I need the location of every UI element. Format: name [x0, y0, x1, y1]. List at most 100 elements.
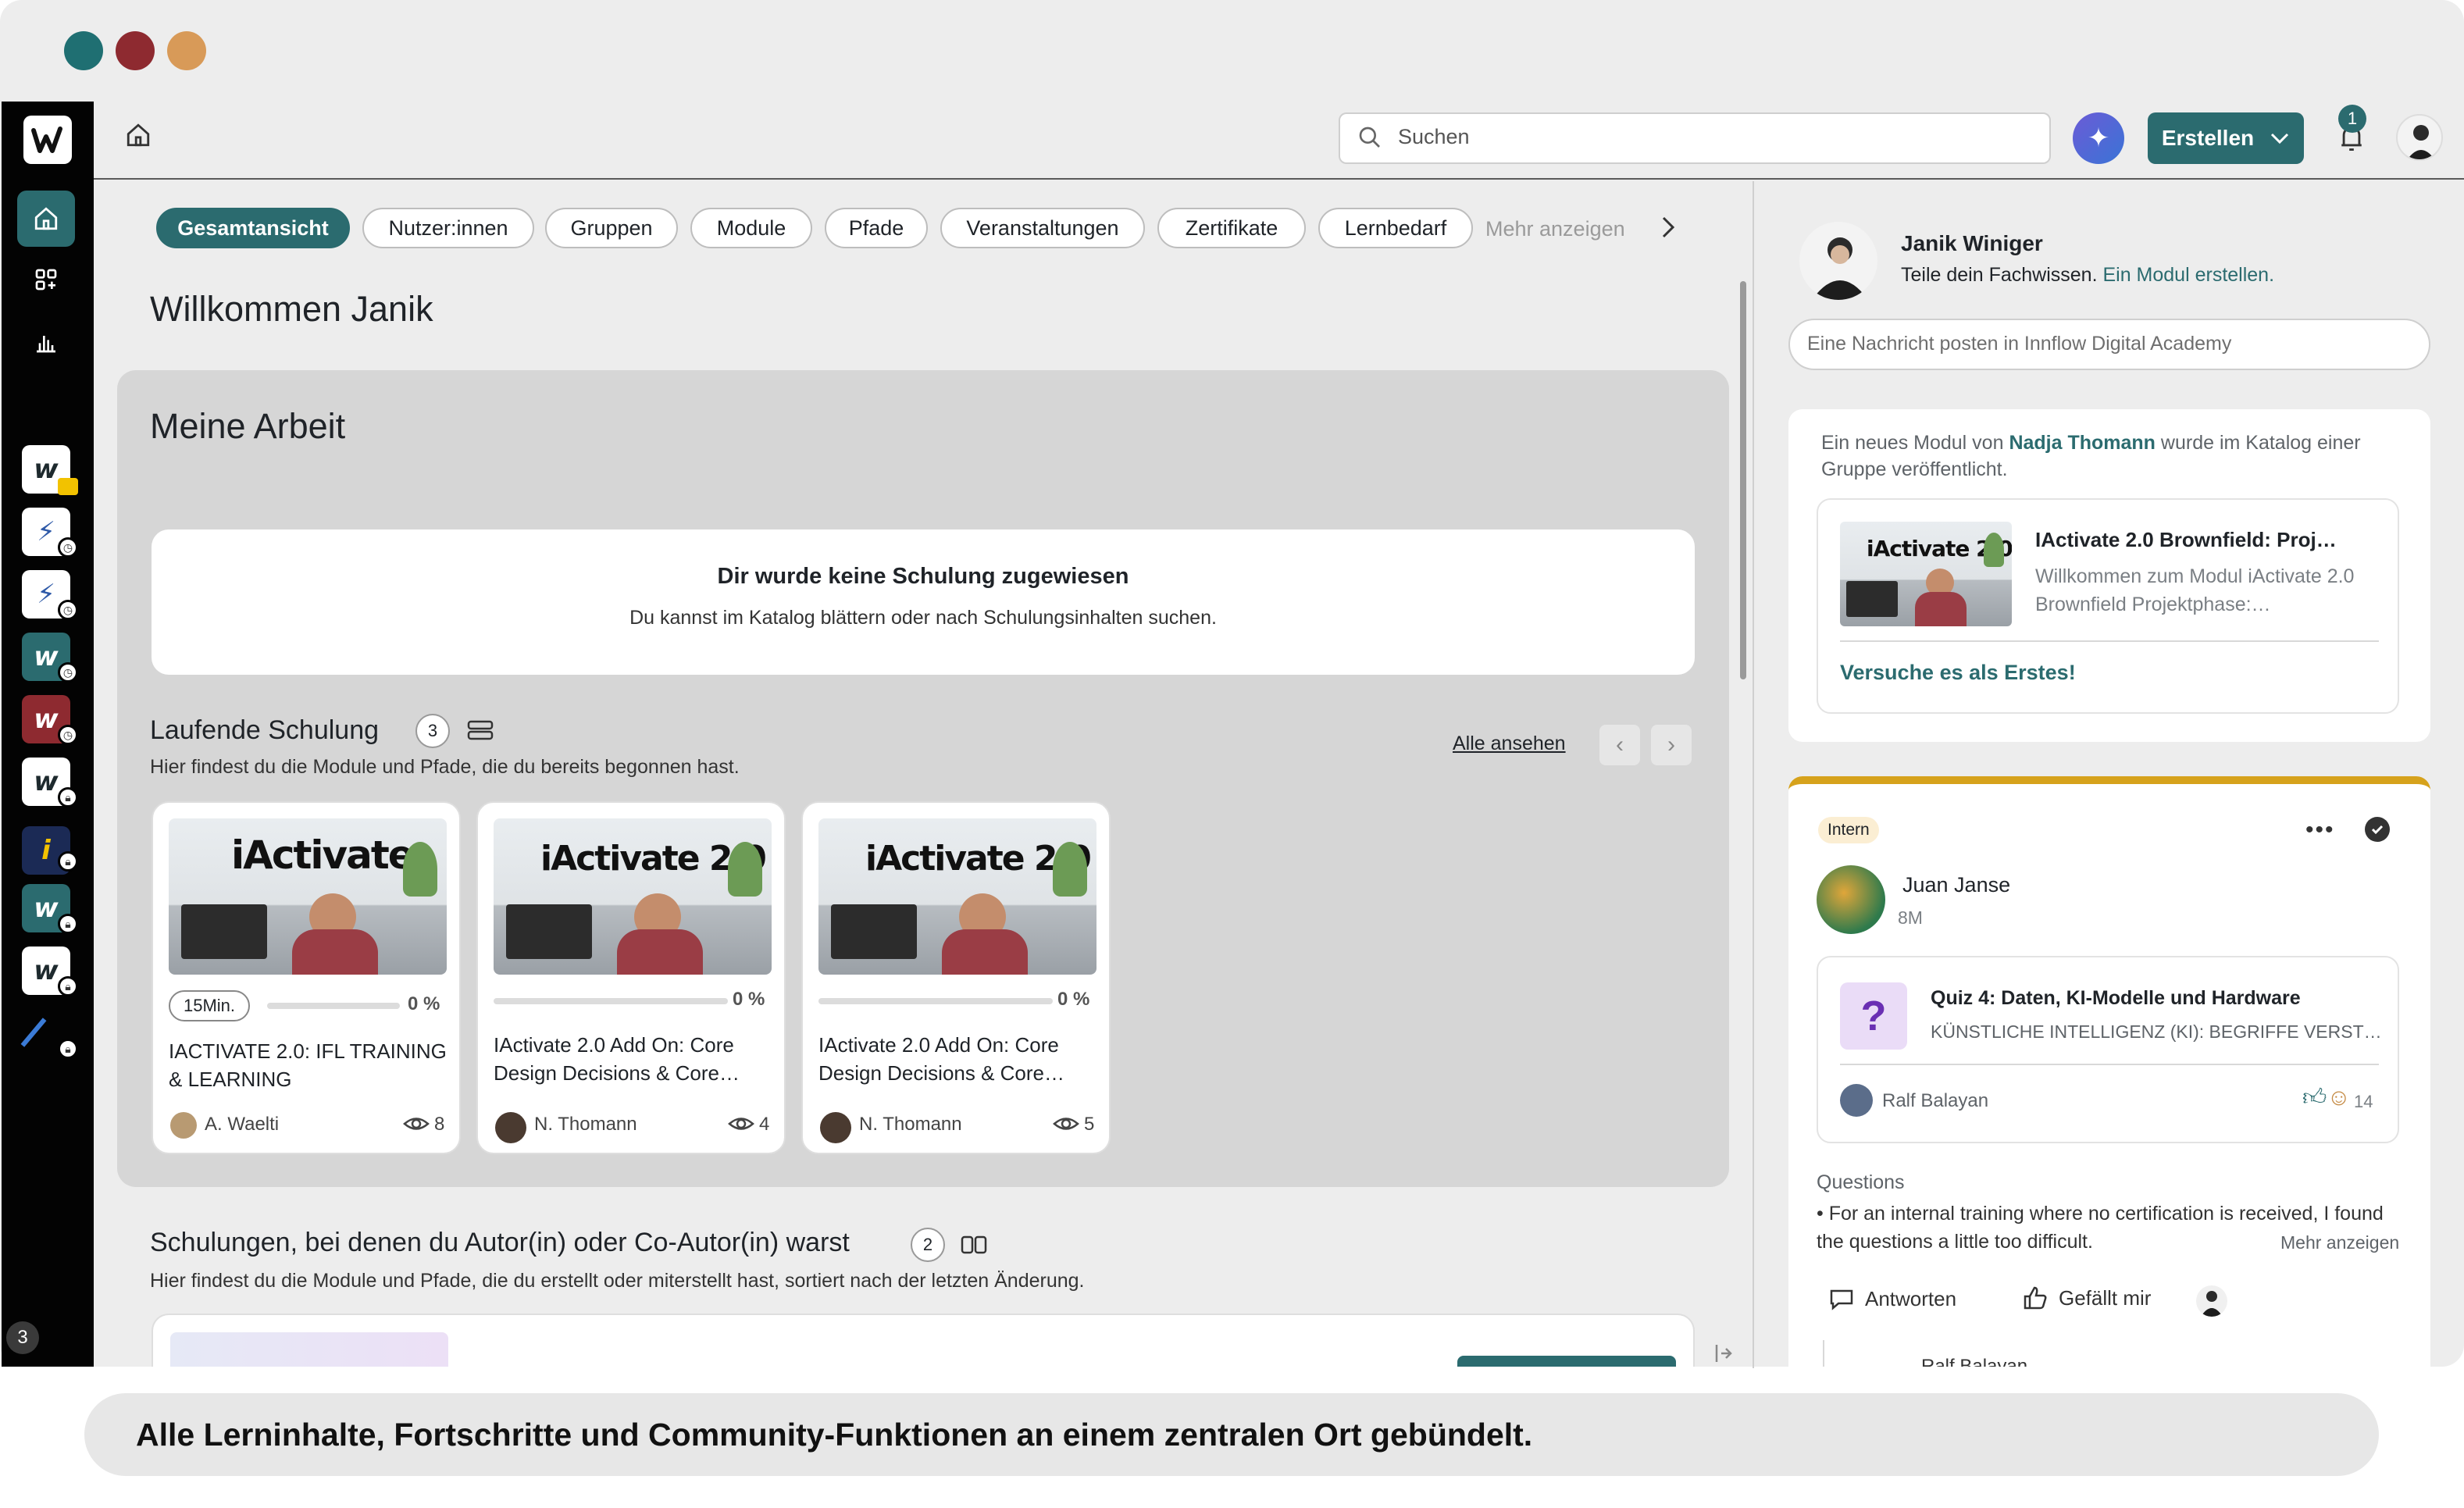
course-card[interactable]: iActivate 2.0 0 % IActivate 2.0 Add On: … — [476, 801, 786, 1154]
thumbnail-text: iActivate — [231, 832, 415, 878]
post-tag-badge: Intern — [1818, 817, 1879, 843]
tab-events[interactable]: Veranstaltungen — [940, 208, 1145, 248]
tab-paths[interactable]: Pfade — [825, 208, 928, 248]
course-author: A. Waelti — [205, 1114, 280, 1135]
page-title: Willkommen Janik — [150, 289, 433, 329]
lock-icon: 🔒︎ — [58, 976, 78, 996]
reply-button[interactable]: Antworten — [1829, 1287, 1956, 1311]
post-time: 8M — [1898, 907, 1923, 928]
carousel-next-button[interactable]: › — [1649, 723, 1693, 767]
bar-chart-icon — [37, 336, 55, 353]
notice-module-card[interactable]: iActivate 2.0 IActivate 2.0 Brownfield: … — [1817, 498, 2399, 714]
columns-icon — [961, 1235, 987, 1254]
create-module-link[interactable]: Ein Modul erstellen. — [2102, 264, 2274, 286]
author-avatar — [820, 1112, 851, 1143]
composer-avatar — [1799, 222, 1877, 300]
notice-author-link[interactable]: Nadja Thomann — [2009, 432, 2156, 454]
tab-users[interactable]: Nutzer:innen — [362, 208, 534, 248]
quiz-author-avatar — [1840, 1084, 1873, 1117]
lock-icon: 🔒︎ — [58, 851, 78, 872]
notification-count-badge: 1 — [2338, 105, 2366, 133]
authored-card[interactable] — [152, 1314, 1695, 1367]
authored-count-badge: 2 — [911, 1228, 945, 1262]
like-label: Gefällt mir — [2059, 1285, 2152, 1310]
grid-view-toggle[interactable] — [961, 1234, 987, 1260]
collapse-panel-icon[interactable] — [1713, 1342, 1737, 1367]
search-icon — [1357, 125, 1382, 154]
create-button[interactable]: Erstellen — [2148, 112, 2304, 164]
window-minimize-dot[interactable] — [116, 31, 155, 70]
more-options-icon[interactable]: ••• — [2305, 817, 2335, 843]
empty-title: Dir wurde keine Schulung zugewiesen — [717, 564, 1129, 589]
clock-icon: ◷ — [58, 662, 78, 683]
notice-module-description: Willkommen zum Modul iActivate 2.0 Brown… — [2035, 565, 2355, 615]
search-placeholder: Suchen — [1398, 125, 1470, 148]
comment-thread-line — [1823, 1340, 1824, 1367]
show-more-link[interactable]: Mehr anzeigen — [2274, 1232, 2400, 1253]
carousel-prev-button[interactable]: ‹ — [1598, 723, 1642, 767]
main-scrollbar[interactable] — [1740, 281, 1746, 679]
share-text: Teile dein Fachwissen. — [1901, 264, 2098, 286]
questions-label: Questions — [1817, 1171, 1905, 1193]
quiz-author: Ralf Balayan — [1882, 1090, 1989, 1111]
chevron-right-icon — [1662, 216, 1675, 238]
course-title: IActivate 2.0 Add On: Core Design Decisi… — [494, 1033, 740, 1085]
sidebar-analytics-button[interactable] — [17, 314, 75, 370]
home-icon — [34, 207, 58, 230]
running-count-badge: 3 — [415, 714, 450, 748]
list-view-toggle[interactable] — [467, 718, 494, 746]
liker-avatar — [2196, 1285, 2227, 1317]
reactions-icon: 👍︎☺ — [2302, 1085, 2351, 1111]
tab-learning-needs[interactable]: Lernbedarf — [1318, 208, 1473, 248]
author-avatar — [495, 1112, 526, 1143]
progress-percent: 0 % — [1057, 989, 1090, 1010]
running-subtitle: Hier findest du die Module und Pfade, di… — [150, 756, 740, 778]
logo-icon — [31, 127, 62, 153]
quiz-title: Quiz 4: Daten, KI-Modelle und Hardware — [1931, 987, 2301, 1009]
breadcrumb-home[interactable] — [125, 122, 152, 152]
post-message-placeholder: Eine Nachricht posten in Innflow Digital… — [1807, 333, 2232, 355]
try-first-link[interactable]: Versuche es als Erstes! — [1840, 661, 2076, 685]
eye-icon — [403, 1112, 430, 1139]
progress-bar — [494, 998, 728, 1004]
course-thumbnail: iActivate — [169, 818, 447, 975]
tab-certificates[interactable]: Zertifikate — [1157, 208, 1306, 248]
tab-overview[interactable]: Gesamtansicht — [156, 208, 350, 248]
ai-assistant-button[interactable]: ✦ — [2073, 112, 2124, 164]
chevron-down-icon — [2271, 133, 2289, 144]
clock-icon: ◷ — [58, 725, 78, 745]
lock-icon: 🔒︎ — [58, 787, 78, 807]
app-logo[interactable] — [23, 116, 72, 164]
tabs-next-button[interactable] — [1659, 214, 1678, 244]
eye-icon — [728, 1112, 754, 1139]
window-close-dot[interactable] — [64, 31, 103, 70]
check-circle-icon[interactable] — [2365, 817, 2390, 842]
like-button[interactable]: Gefällt mir — [2023, 1285, 2151, 1310]
sidebar-apps-button[interactable] — [17, 251, 75, 308]
quiz-card[interactable]: ? Quiz 4: Daten, KI-Modelle und Hardware… — [1817, 956, 2399, 1143]
tab-modules[interactable]: Module — [690, 208, 812, 248]
post-author-name[interactable]: Juan Janse — [1902, 873, 2010, 897]
tab-groups[interactable]: Gruppen — [545, 208, 678, 248]
see-all-link[interactable]: Alle ansehen — [1453, 733, 1566, 755]
course-card[interactable]: iActivate 15Min. 0 % IACTIVATE 2.0: IFL … — [152, 801, 461, 1154]
thumbs-up-icon — [2024, 1286, 2047, 1310]
quiz-subtitle: KÜNSTLICHE INTELLIGENZ (KI): BEGRIFFE VE… — [1931, 1021, 2382, 1042]
next-comment-author: Ralf Balayan — [1921, 1356, 2028, 1367]
lock-icon: 🔒︎ — [58, 914, 78, 934]
sidebar-home-button[interactable] — [17, 191, 75, 247]
author-avatar — [170, 1112, 197, 1139]
course-thumbnail: iActivate 2.0 — [494, 818, 772, 975]
post-author-avatar[interactable] — [1817, 865, 1885, 934]
course-card[interactable]: iActivate 2.0 0 % IActivate 2.0 Add On: … — [801, 801, 1111, 1154]
sidebar-count-badge[interactable]: 3 — [6, 1321, 39, 1354]
progress-percent: 0 % — [408, 993, 440, 1014]
notice-module-thumbnail: iActivate 2.0 — [1840, 522, 2012, 626]
window-zoom-dot[interactable] — [167, 31, 206, 70]
user-avatar[interactable] — [2396, 114, 2443, 161]
course-author: N. Thomann — [534, 1114, 637, 1135]
tab-more[interactable]: Mehr anzeigen — [1485, 217, 1626, 241]
chevron-left-icon: ‹ — [1616, 732, 1624, 758]
create-button-label: Erstellen — [2161, 126, 2255, 150]
course-title: IActivate 2.0 Add On: Core Design Decisi… — [818, 1033, 1065, 1085]
